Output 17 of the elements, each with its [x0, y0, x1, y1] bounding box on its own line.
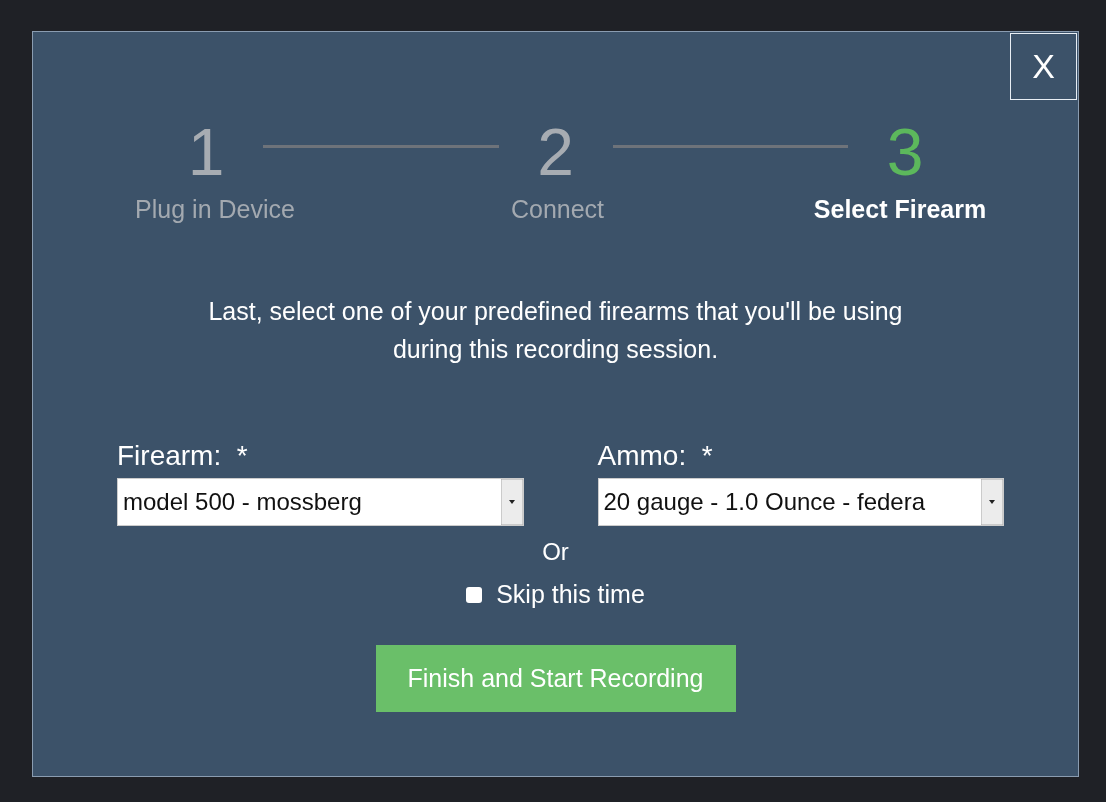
- step-label: Plug in Device: [134, 195, 296, 224]
- skip-checkbox[interactable]: [466, 586, 483, 603]
- field-label: Ammo: *: [597, 440, 714, 472]
- field-label: Firearm: *: [117, 440, 249, 472]
- instruction-text: Last, select one of your predefined firearms that you'll be using during this recording session.: [207, 296, 904, 365]
- or-text: Or: [542, 538, 569, 566]
- step-number: 3: [885, 119, 925, 185]
- caret-icon: [981, 479, 1003, 525]
- dropdown-field[interactable]: 20 gauge - 1.0 Ounce - federa: [597, 478, 1004, 526]
- dropdown-field[interactable]: model 500 - mossberg: [117, 478, 524, 526]
- skip-label: Skip this time: [496, 580, 645, 609]
- step-number: 1: [186, 119, 226, 185]
- step-number: 2: [536, 119, 575, 185]
- step-label: Select Firearm: [812, 195, 988, 224]
- step-label: Connect: [509, 195, 606, 224]
- close-button[interactable]: X: [1010, 33, 1077, 100]
- caret-icon: [500, 479, 523, 525]
